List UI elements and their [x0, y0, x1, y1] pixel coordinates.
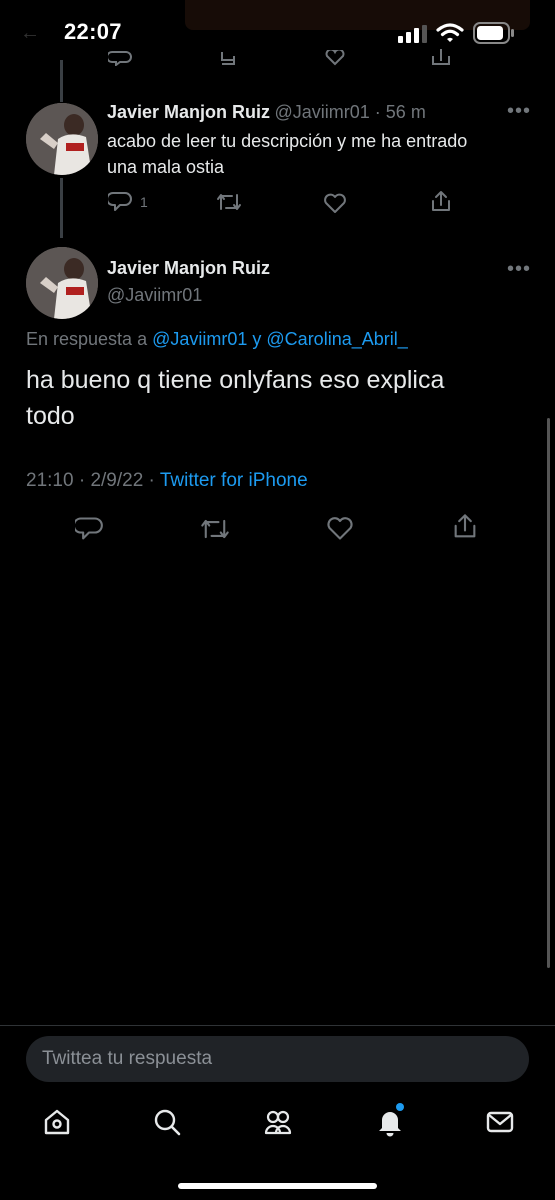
- retweet-icon[interactable]: [216, 192, 242, 212]
- reply-count: 1: [140, 194, 148, 210]
- mention-link[interactable]: @Javiimr01: [152, 329, 247, 349]
- status-time: 22:07: [64, 19, 122, 44]
- like-icon[interactable]: [326, 515, 354, 541]
- home-icon[interactable]: [41, 1106, 73, 1138]
- share-icon[interactable]: [430, 48, 452, 66]
- signal-icon: [398, 25, 427, 43]
- tweet-source-link[interactable]: Twitter for iPhone: [160, 470, 308, 491]
- wifi-icon: [436, 23, 464, 42]
- back-arrow-icon[interactable]: ←: [20, 22, 40, 45]
- tweet-time-ago: 56 m: [385, 102, 426, 122]
- search-icon[interactable]: [151, 1106, 183, 1138]
- main-tweet-text: ha bueno q tiene onlyfans eso explica to…: [26, 362, 444, 434]
- avatar[interactable]: [26, 247, 98, 319]
- reply-button[interactable]: 1: [108, 191, 148, 213]
- avatar[interactable]: [26, 103, 98, 175]
- scrollbar[interactable]: [547, 418, 550, 968]
- reply-icon[interactable]: [75, 515, 103, 543]
- more-options-icon[interactable]: •••: [507, 100, 531, 123]
- compose-placeholder: Twittea tu respuesta: [42, 1048, 213, 1069]
- tweet-meta: 21:10 · 2/9/22 · Twitter for iPhone: [26, 470, 308, 491]
- thread-line: [60, 178, 63, 238]
- retweet-icon[interactable]: [200, 516, 230, 542]
- retweet-icon[interactable]: [218, 50, 242, 66]
- reply-icon[interactable]: [108, 50, 132, 66]
- author-handle[interactable]: @Javiimr01: [275, 102, 370, 122]
- more-options-icon[interactable]: •••: [507, 258, 531, 281]
- tweet-text-line: acabo de leer tu descripción y me ha ent…: [107, 131, 468, 151]
- tweet-text-line: todo: [26, 402, 75, 430]
- messages-icon[interactable]: [484, 1106, 516, 1138]
- share-icon[interactable]: [430, 190, 452, 214]
- thread-line: [60, 60, 63, 102]
- reply-context: En respuesta a @Javiimr01 y @Carolina_Ab…: [26, 329, 408, 350]
- tweet-header: Javier Manjon Ruiz @Javiimr01 · 56 m: [107, 102, 426, 122]
- tweet-text-line: una mala ostia: [107, 157, 225, 177]
- reply-prefix: En respuesta a: [26, 329, 153, 349]
- notification-badge: [396, 1103, 404, 1111]
- like-icon[interactable]: [323, 192, 347, 214]
- tweet-time: 21:10: [26, 470, 74, 491]
- tweet-date: 2/9/22: [90, 470, 144, 491]
- mention-link[interactable]: @Carolina_Abril_: [266, 329, 407, 349]
- share-icon[interactable]: [452, 513, 478, 541]
- tweet-text: acabo de leer tu descripción y me ha ent…: [107, 128, 467, 180]
- divider: [0, 1025, 555, 1026]
- home-indicator: [178, 1183, 377, 1189]
- battery-icon: [473, 22, 514, 44]
- reply-icon: [108, 192, 132, 211]
- reply-joiner: y: [247, 329, 267, 349]
- author-handle[interactable]: @Javiimr01: [107, 285, 202, 306]
- tweet-text-line: ha bueno q tiene onlyfans eso explica: [26, 366, 445, 394]
- communities-icon[interactable]: [262, 1106, 294, 1138]
- reply-compose-input[interactable]: Twittea tu respuesta: [26, 1036, 529, 1082]
- author-name[interactable]: Javier Manjon Ruiz: [107, 258, 270, 279]
- status-bar: ← 22:07: [0, 0, 555, 66]
- like-icon[interactable]: [323, 50, 347, 66]
- author-name[interactable]: Javier Manjon Ruiz: [107, 102, 270, 122]
